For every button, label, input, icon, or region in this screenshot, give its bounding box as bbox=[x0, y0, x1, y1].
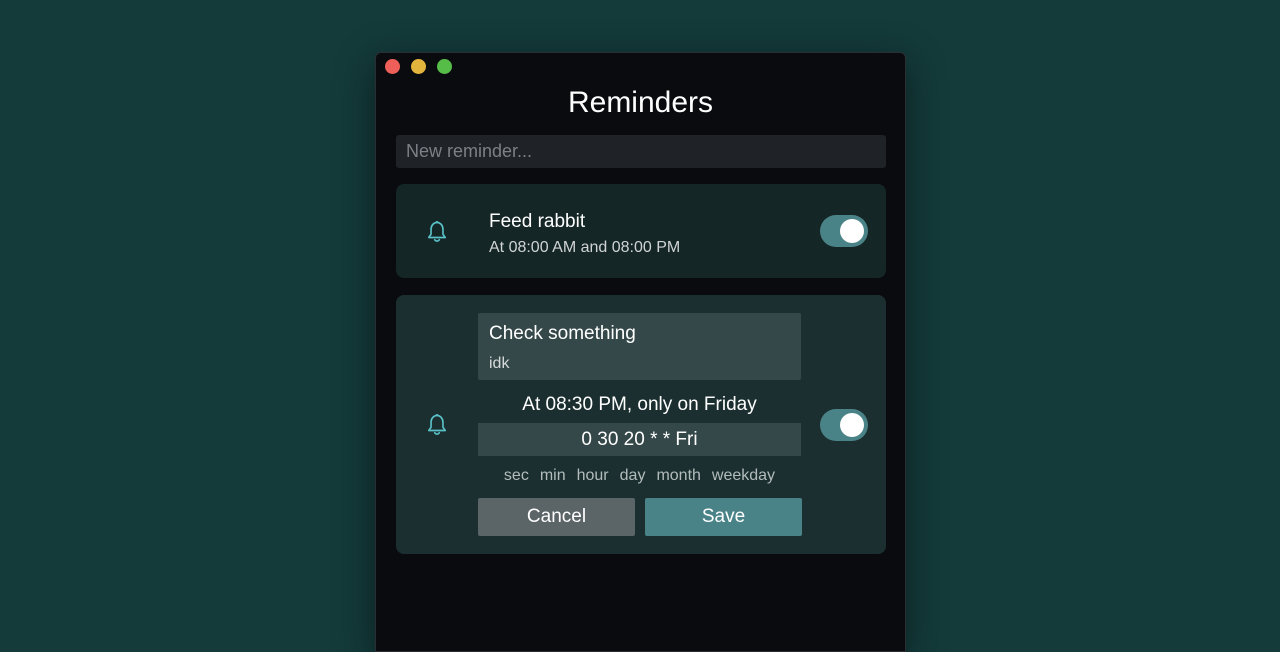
cron-label-min: min bbox=[539, 467, 566, 484]
page-title: Reminders bbox=[567, 86, 714, 119]
toggle-knob bbox=[840, 219, 864, 243]
reminder-edit-card: Check something idk At 08:30 PM, only on… bbox=[396, 295, 886, 554]
minimize-window-button[interactable] bbox=[411, 59, 426, 74]
window-controls bbox=[385, 59, 452, 74]
toggle-knob bbox=[840, 413, 864, 437]
cron-label-month: month bbox=[656, 467, 701, 484]
reminder-schedule: At 08:00 AM and 08:00 PM bbox=[489, 239, 681, 256]
cron-field-labels: sec min hour day month weekday bbox=[478, 467, 801, 485]
cron-expression-input[interactable]: 0 30 20 * * Fri bbox=[478, 423, 801, 456]
bell-icon bbox=[427, 220, 447, 242]
reminder-title: Feed rabbit bbox=[489, 211, 586, 232]
cron-label-day: day bbox=[619, 467, 646, 484]
schedule-description: At 08:30 PM, only on Friday bbox=[522, 394, 757, 415]
reminder-toggle[interactable] bbox=[820, 215, 868, 247]
cron-label-sec: sec bbox=[503, 467, 529, 484]
reminder-toggle[interactable] bbox=[820, 409, 868, 441]
cancel-button[interactable]: Cancel bbox=[478, 498, 635, 536]
reminder-card[interactable]: Feed rabbit At 08:00 AM and 08:00 PM bbox=[396, 184, 886, 278]
new-reminder-input[interactable] bbox=[396, 135, 886, 168]
close-window-button[interactable] bbox=[385, 59, 400, 74]
reminder-note-field[interactable]: idk bbox=[489, 355, 509, 373]
app-window: Reminders Feed rabbit At 08:00 AM and 08… bbox=[375, 52, 906, 652]
maximize-window-button[interactable] bbox=[437, 59, 452, 74]
reminder-title-field[interactable]: Check something bbox=[489, 323, 636, 345]
cron-label-hour: hour bbox=[576, 467, 609, 484]
bell-icon bbox=[427, 413, 447, 435]
reminder-edit-fields[interactable]: Check something idk bbox=[478, 313, 801, 380]
save-button[interactable]: Save bbox=[645, 498, 802, 536]
cron-label-weekday: weekday bbox=[711, 467, 776, 484]
